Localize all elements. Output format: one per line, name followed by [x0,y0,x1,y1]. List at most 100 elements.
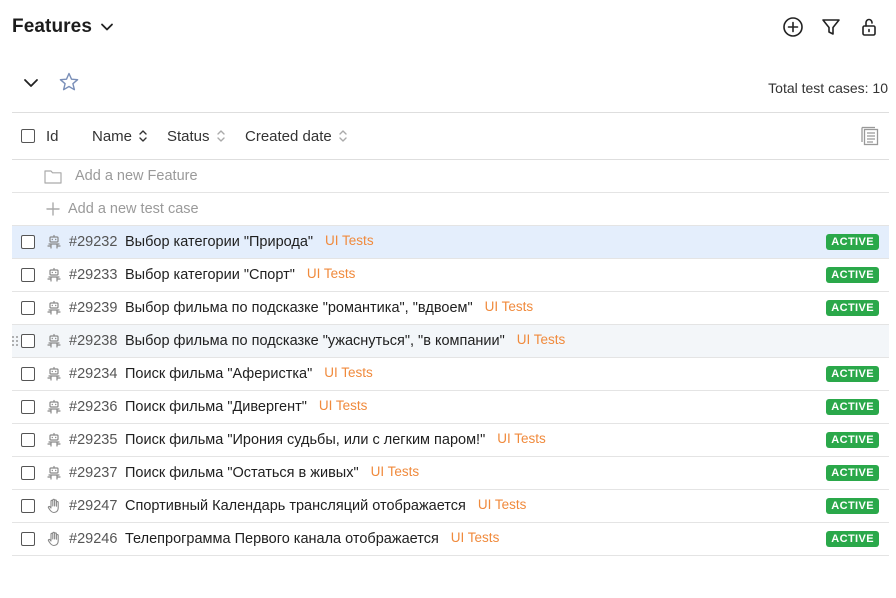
add-feature-row[interactable]: Add a new Feature [12,160,889,193]
row-checkbox[interactable] [21,532,35,546]
table-row[interactable]: #29238 Выбор фильма по подсказке "ужасну… [12,325,889,358]
robot-icon [47,432,61,447]
test-case-id: #29247 [69,498,118,514]
test-case-id: #29239 [69,300,118,316]
test-case-name: Телепрограмма Первого канала отображаетс… [125,531,439,547]
select-all-checkbox[interactable] [21,129,35,143]
table-row[interactable]: #29232 Выбор категории "Природа" UI Test… [12,226,889,259]
test-case-text: Поиск фильма "Дивергент" UI Tests [125,398,368,416]
table-row[interactable]: #29236 Поиск фильма "Дивергент" UI Tests… [12,391,889,424]
column-id[interactable]: Id [46,128,59,145]
test-case-list: #29232 Выбор категории "Природа" UI Test… [12,226,889,556]
test-case-text: Телепрограмма Первого канала отображаетс… [125,530,500,548]
row-checkbox[interactable] [21,367,35,381]
filter-icon [822,19,840,35]
test-case-name: Поиск фильма "Ирония судьбы, или с легки… [125,432,486,448]
status-badge: ACTIVE [826,366,879,382]
test-case-tag[interactable]: UI Tests [497,431,546,446]
sort-icon [139,130,147,142]
table-row[interactable]: #29234 Поиск фильма "Аферистка" UI Tests… [12,358,889,391]
robot-icon [47,366,61,381]
test-case-name: Спортивный Календарь трансляций отобража… [125,498,466,514]
test-case-tag[interactable]: UI Tests [325,233,374,248]
add-test-case-label: Add a new test case [68,201,199,217]
test-case-id: #29233 [69,267,118,283]
test-case-text: Выбор категории "Спорт" UI Tests [125,266,356,284]
test-case-name: Выбор фильма по подсказке "романтика", "… [125,300,473,316]
status-badge: ACTIVE [826,432,879,448]
test-case-tag[interactable]: UI Tests [485,299,534,314]
test-case-tag[interactable]: UI Tests [451,530,500,545]
robot-icon [47,333,61,348]
lock-button[interactable] [858,16,880,38]
table-row[interactable]: #29247 Спортивный Календарь трансляций о… [12,490,889,523]
test-case-text: Выбор фильма по подсказке "романтика", "… [125,299,534,317]
plus-icon [46,202,60,216]
row-checkbox[interactable] [21,433,35,447]
test-case-text: Поиск фильма "Остаться в живых" UI Tests [125,464,420,482]
table-row[interactable]: #29237 Поиск фильма "Остаться в живых" U… [12,457,889,490]
row-checkbox[interactable] [21,334,35,348]
column-name[interactable]: Name [92,128,148,145]
row-checkbox[interactable] [21,235,35,249]
sort-icon [339,130,347,142]
test-case-tag[interactable]: UI Tests [371,464,420,479]
test-case-id: #29246 [69,531,118,547]
status-badge: ACTIVE [826,465,879,481]
test-case-id: #29232 [69,234,118,250]
folder-icon [44,170,62,184]
column-settings-icon[interactable] [859,125,881,147]
test-case-tag[interactable]: UI Tests [319,398,368,413]
table-row[interactable]: #29235 Поиск фильма "Ирония судьбы, или … [12,424,889,457]
star-icon[interactable] [58,71,80,93]
column-status[interactable]: Status [167,128,226,145]
robot-icon [47,399,61,414]
row-checkbox[interactable] [21,400,35,414]
test-case-tag[interactable]: UI Tests [517,332,566,347]
test-case-text: Спортивный Календарь трансляций отобража… [125,497,527,515]
row-checkbox[interactable] [21,499,35,513]
add-test-case-row[interactable]: Add a new test case [12,193,889,226]
row-checkbox[interactable] [21,466,35,480]
test-cases-table: Id Name Status Created date Add a new Fe… [12,112,889,556]
status-badge: ACTIVE [826,399,879,415]
chevron-down-icon[interactable] [22,74,40,92]
page-title: Features [12,16,93,37]
row-checkbox[interactable] [21,268,35,282]
status-badge: ACTIVE [826,267,879,283]
status-badge: ACTIVE [826,300,879,316]
add-button[interactable] [782,16,804,38]
test-case-name: Поиск фильма "Аферистка" [125,366,313,382]
row-checkbox[interactable] [21,301,35,315]
table-row[interactable]: #29233 Выбор категории "Спорт" UI Tests … [12,259,889,292]
robot-icon [47,234,61,249]
robot-icon [47,465,61,480]
test-case-name: Выбор категории "Природа" [125,234,314,250]
filter-button[interactable] [820,16,842,38]
test-case-name: Поиск фильма "Дивергент" [125,399,307,415]
hand-icon [47,498,59,514]
chevron-down-icon [101,23,113,31]
test-case-name: Выбор категории "Спорт" [125,267,295,283]
test-case-tag[interactable]: UI Tests [307,266,356,281]
column-created-date[interactable]: Created date [245,128,348,145]
test-case-tag[interactable]: UI Tests [478,497,527,512]
add-feature-label: Add a new Feature [75,168,198,184]
total-test-cases: Total test cases: 10 [768,80,888,96]
test-case-name: Выбор фильма по подсказке "ужаснуться", … [125,333,505,349]
plus-circle-icon [783,17,803,37]
hand-icon [47,531,59,547]
test-case-text: Выбор фильма по подсказке "ужаснуться", … [125,332,566,350]
status-badge: ACTIVE [826,234,879,250]
table-row[interactable]: #29246 Телепрограмма Первого канала отоб… [12,523,889,556]
test-case-tag[interactable]: UI Tests [324,365,373,380]
table-row[interactable]: #29239 Выбор фильма по подсказке "романт… [12,292,889,325]
test-case-text: Поиск фильма "Ирония судьбы, или с легки… [125,431,546,449]
drag-handle-icon[interactable] [11,335,19,347]
features-dropdown[interactable]: Features [12,16,114,38]
page-header: Features [0,0,896,56]
robot-icon [47,267,61,282]
test-case-id: #29236 [69,399,118,415]
test-case-id: #29235 [69,432,118,448]
robot-icon [47,300,61,315]
